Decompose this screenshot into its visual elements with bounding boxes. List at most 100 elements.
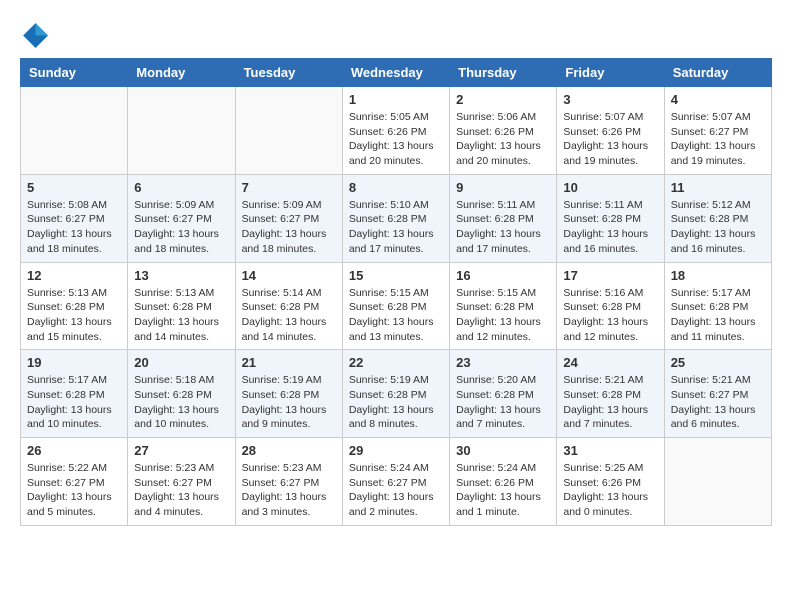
day-number: 28 [242, 443, 336, 458]
day-info: Sunrise: 5:13 AM Sunset: 6:28 PM Dayligh… [27, 286, 121, 345]
day-info: Sunrise: 5:09 AM Sunset: 6:27 PM Dayligh… [242, 198, 336, 257]
day-info: Sunrise: 5:05 AM Sunset: 6:26 PM Dayligh… [349, 110, 443, 169]
calendar-cell: 13 Sunrise: 5:13 AM Sunset: 6:28 PM Dayli… [128, 262, 235, 350]
calendar-cell: 7 Sunrise: 5:09 AM Sunset: 6:27 PM Daylig… [235, 174, 342, 262]
logo [20, 20, 52, 48]
day-info: Sunrise: 5:16 AM Sunset: 6:28 PM Dayligh… [563, 286, 657, 345]
day-info: Sunrise: 5:12 AM Sunset: 6:28 PM Dayligh… [671, 198, 765, 257]
calendar-cell: 4 Sunrise: 5:07 AM Sunset: 6:27 PM Daylig… [664, 87, 771, 175]
weekday-header-friday: Friday [557, 59, 664, 87]
weekday-header-sunday: Sunday [21, 59, 128, 87]
day-info: Sunrise: 5:14 AM Sunset: 6:28 PM Dayligh… [242, 286, 336, 345]
day-number: 14 [242, 268, 336, 283]
day-info: Sunrise: 5:15 AM Sunset: 6:28 PM Dayligh… [456, 286, 550, 345]
day-info: Sunrise: 5:11 AM Sunset: 6:28 PM Dayligh… [456, 198, 550, 257]
day-info: Sunrise: 5:07 AM Sunset: 6:26 PM Dayligh… [563, 110, 657, 169]
calendar-cell: 2 Sunrise: 5:06 AM Sunset: 6:26 PM Daylig… [450, 87, 557, 175]
weekday-header-thursday: Thursday [450, 59, 557, 87]
calendar-cell: 18 Sunrise: 5:17 AM Sunset: 6:28 PM Dayli… [664, 262, 771, 350]
calendar-cell: 21 Sunrise: 5:19 AM Sunset: 6:28 PM Dayli… [235, 350, 342, 438]
calendar-week-row: 12 Sunrise: 5:13 AM Sunset: 6:28 PM Dayli… [21, 262, 772, 350]
calendar-cell: 12 Sunrise: 5:13 AM Sunset: 6:28 PM Dayli… [21, 262, 128, 350]
day-number: 5 [27, 180, 121, 195]
calendar-cell: 23 Sunrise: 5:20 AM Sunset: 6:28 PM Dayli… [450, 350, 557, 438]
weekday-header-monday: Monday [128, 59, 235, 87]
calendar-cell: 15 Sunrise: 5:15 AM Sunset: 6:28 PM Dayli… [342, 262, 449, 350]
day-number: 31 [563, 443, 657, 458]
day-number: 6 [134, 180, 228, 195]
day-info: Sunrise: 5:18 AM Sunset: 6:28 PM Dayligh… [134, 373, 228, 432]
calendar-cell: 22Sunrise: 5:19 AM Sunset: 6:28 PM Dayli… [342, 350, 449, 438]
day-number: 10 [563, 180, 657, 195]
calendar-cell: 14 Sunrise: 5:14 AM Sunset: 6:28 PM Dayli… [235, 262, 342, 350]
calendar-cell [128, 87, 235, 175]
day-number: 13 [134, 268, 228, 283]
day-number: 4 [671, 92, 765, 107]
day-number: 23 [456, 355, 550, 370]
day-number: 20 [134, 355, 228, 370]
calendar-cell: 29 Sunrise: 5:24 AM Sunset: 6:27 PM Dayli… [342, 438, 449, 526]
day-info: Sunrise: 5:15 AM Sunset: 6:28 PM Dayligh… [349, 286, 443, 345]
day-info: Sunrise: 5:24 AM Sunset: 6:26 PM Dayligh… [456, 461, 550, 520]
day-number: 24 [563, 355, 657, 370]
day-number: 9 [456, 180, 550, 195]
day-info: Sunrise: 5:07 AM Sunset: 6:27 PM Dayligh… [671, 110, 765, 169]
day-number: 21 [242, 355, 336, 370]
day-info: Sunrise: 5:20 AM Sunset: 6:28 PM Dayligh… [456, 373, 550, 432]
day-number: 11 [671, 180, 765, 195]
day-info: Sunrise: 5:09 AM Sunset: 6:27 PM Dayligh… [134, 198, 228, 257]
calendar-week-row: 19 Sunrise: 5:17 AM Sunset: 6:28 PM Dayli… [21, 350, 772, 438]
day-info: Sunrise: 5:21 AM Sunset: 6:27 PM Dayligh… [671, 373, 765, 432]
day-info: Sunrise: 5:25 AM Sunset: 6:26 PM Dayligh… [563, 461, 657, 520]
day-number: 19 [27, 355, 121, 370]
calendar-cell: 3 Sunrise: 5:07 AM Sunset: 6:26 PM Daylig… [557, 87, 664, 175]
calendar-week-row: 26Sunrise: 5:22 AM Sunset: 6:27 PM Dayli… [21, 438, 772, 526]
day-number: 2 [456, 92, 550, 107]
day-info: Sunrise: 5:13 AM Sunset: 6:28 PM Dayligh… [134, 286, 228, 345]
calendar-cell: 25Sunrise: 5:21 AM Sunset: 6:27 PM Dayli… [664, 350, 771, 438]
calendar-cell: 8 Sunrise: 5:10 AM Sunset: 6:28 PM Daylig… [342, 174, 449, 262]
weekday-header-wednesday: Wednesday [342, 59, 449, 87]
calendar-cell [664, 438, 771, 526]
calendar-cell: 9 Sunrise: 5:11 AM Sunset: 6:28 PM Daylig… [450, 174, 557, 262]
calendar-cell: 27Sunrise: 5:23 AM Sunset: 6:27 PM Dayli… [128, 438, 235, 526]
weekday-header-row: SundayMondayTuesdayWednesdayThursdayFrid… [21, 59, 772, 87]
day-number: 8 [349, 180, 443, 195]
day-info: Sunrise: 5:17 AM Sunset: 6:28 PM Dayligh… [671, 286, 765, 345]
calendar-cell: 16Sunrise: 5:15 AM Sunset: 6:28 PM Dayli… [450, 262, 557, 350]
day-number: 29 [349, 443, 443, 458]
day-info: Sunrise: 5:17 AM Sunset: 6:28 PM Dayligh… [27, 373, 121, 432]
day-info: Sunrise: 5:24 AM Sunset: 6:27 PM Dayligh… [349, 461, 443, 520]
day-number: 3 [563, 92, 657, 107]
calendar-cell: 24Sunrise: 5:21 AM Sunset: 6:28 PM Dayli… [557, 350, 664, 438]
day-info: Sunrise: 5:19 AM Sunset: 6:28 PM Dayligh… [349, 373, 443, 432]
calendar-cell: 19 Sunrise: 5:17 AM Sunset: 6:28 PM Dayli… [21, 350, 128, 438]
day-info: Sunrise: 5:06 AM Sunset: 6:26 PM Dayligh… [456, 110, 550, 169]
calendar-cell [21, 87, 128, 175]
calendar-cell [235, 87, 342, 175]
weekday-header-tuesday: Tuesday [235, 59, 342, 87]
day-number: 7 [242, 180, 336, 195]
day-number: 15 [349, 268, 443, 283]
day-info: Sunrise: 5:10 AM Sunset: 6:28 PM Dayligh… [349, 198, 443, 257]
day-info: Sunrise: 5:11 AM Sunset: 6:28 PM Dayligh… [563, 198, 657, 257]
day-info: Sunrise: 5:22 AM Sunset: 6:27 PM Dayligh… [27, 461, 121, 520]
calendar-cell: 30 Sunrise: 5:24 AM Sunset: 6:26 PM Dayli… [450, 438, 557, 526]
day-info: Sunrise: 5:23 AM Sunset: 6:27 PM Dayligh… [242, 461, 336, 520]
calendar-cell: 6 Sunrise: 5:09 AM Sunset: 6:27 PM Daylig… [128, 174, 235, 262]
weekday-header-saturday: Saturday [664, 59, 771, 87]
day-number: 17 [563, 268, 657, 283]
calendar-week-row: 1 Sunrise: 5:05 AM Sunset: 6:26 PM Daylig… [21, 87, 772, 175]
page-header [20, 20, 772, 48]
day-info: Sunrise: 5:19 AM Sunset: 6:28 PM Dayligh… [242, 373, 336, 432]
calendar-cell: 28 Sunrise: 5:23 AM Sunset: 6:27 PM Dayli… [235, 438, 342, 526]
day-number: 12 [27, 268, 121, 283]
logo-icon [20, 20, 48, 48]
day-info: Sunrise: 5:08 AM Sunset: 6:27 PM Dayligh… [27, 198, 121, 257]
calendar-cell: 17 Sunrise: 5:16 AM Sunset: 6:28 PM Dayli… [557, 262, 664, 350]
calendar-week-row: 5 Sunrise: 5:08 AM Sunset: 6:27 PM Daylig… [21, 174, 772, 262]
day-number: 27 [134, 443, 228, 458]
day-number: 1 [349, 92, 443, 107]
day-number: 30 [456, 443, 550, 458]
day-number: 18 [671, 268, 765, 283]
